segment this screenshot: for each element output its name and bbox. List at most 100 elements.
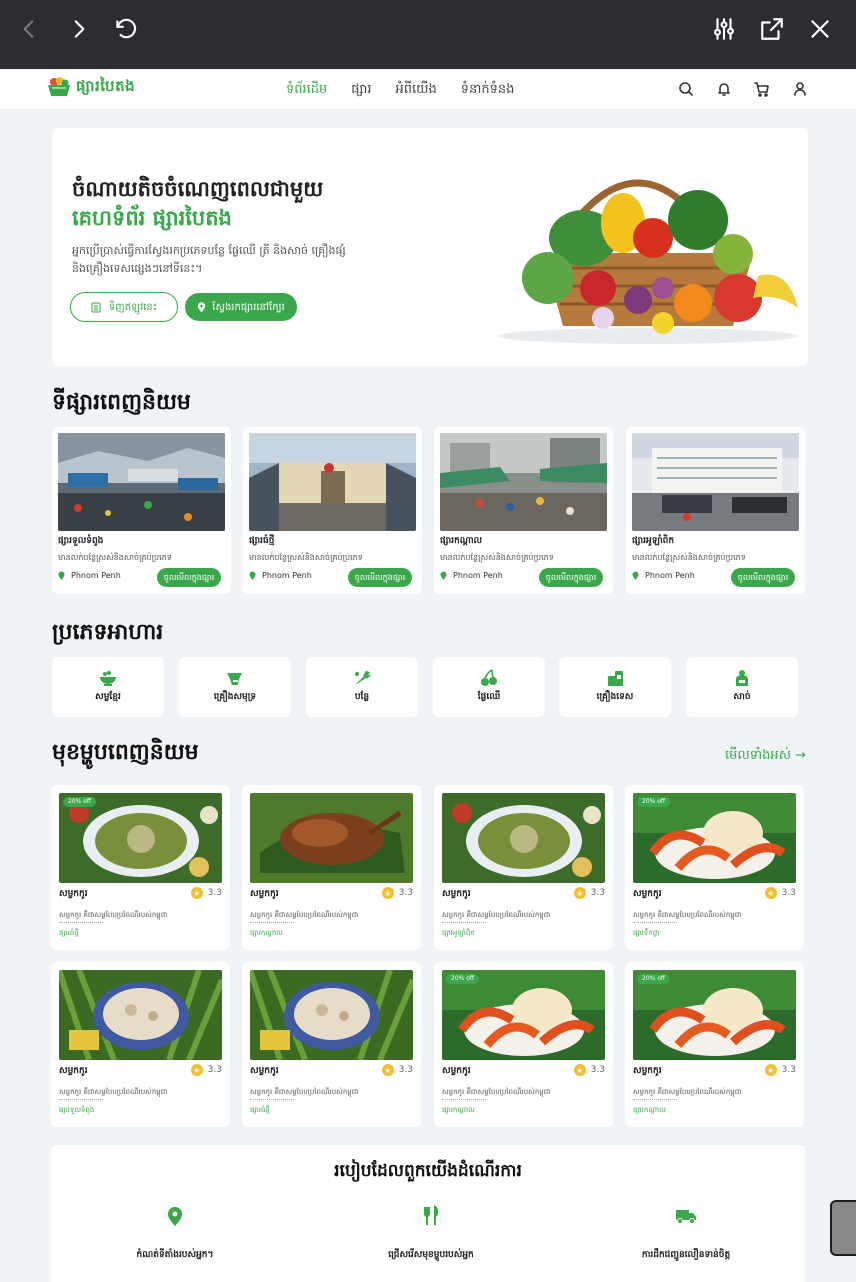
market-photo [440, 433, 607, 531]
market-card[interactable]: ផ្សារទួលទំពូង មានលក់បន្លែស្រស់និងសាច់គ្រ… [52, 427, 231, 594]
dish-name: សម្លកកូរ [442, 889, 471, 899]
bell-icon[interactable] [716, 81, 732, 97]
market-photo [58, 433, 225, 531]
dish-card[interactable]: 20% off សម្លកកូរ ★ 3.3 សម្លកកូរ គឺជាសម្លបែបប… [625, 785, 804, 950]
star-icon: ★ [764, 887, 777, 899]
rating-value: 3.3 [590, 1065, 605, 1075]
dish-card[interactable]: សម្លកកូរ ★ 3.3 សម្លកកូរ គឺជាសម្លបែបប្រពៃណីរ… [242, 785, 421, 950]
discount-badge: 20% off [63, 797, 97, 807]
dish-market-link[interactable]: ផ្សារកណ្តាល [250, 929, 283, 939]
category-card-vegetables[interactable]: បន្លែ [306, 657, 418, 717]
discount-badge: 20% off [637, 974, 671, 984]
dish-rating: ★ 3.3 [381, 1064, 413, 1076]
view-market-button[interactable]: ចូលមើលក្នុងផ្សារ [731, 568, 795, 587]
nav-about[interactable]: អំពីយើង [395, 81, 436, 100]
find-market-label: ស្វែងរកផ្សារនៅក្បែរ [212, 301, 285, 313]
nav-contact[interactable]: ទំនាក់ទំនង [461, 81, 515, 100]
discount-badge: 20% off [637, 797, 671, 807]
how-step-label: ការដឹកជញ្ជូនលឿនទាន់ចិត្ត [641, 1250, 731, 1260]
dish-description: សម្លកកូរ គឺជាសម្លបែបប្រពៃណីរបស់កម្ពុជា [59, 911, 168, 919]
dish-description: សម្លកកូរ គឺជាសម្លបែបប្រពៃណីរបស់កម្ពុជា [633, 911, 742, 919]
shop-now-button[interactable]: ទិញឥឡូវនេះ [70, 292, 178, 322]
dish-market-link[interactable]: ផ្សារកណ្តាល [633, 1106, 666, 1116]
market-description: មានលក់បន្លែស្រស់និងសាច់គ្រប់ប្រភេទ [58, 553, 172, 562]
dish-name: សម្លកកូរ [59, 889, 88, 899]
dish-market-link[interactable]: ផ្សារធំថ្មី [59, 929, 79, 939]
category-card-meat[interactable]: សាច់ [686, 657, 798, 717]
dish-card[interactable]: សម្លកកូរ ★ 3.3 សម្លកកូរ គឺជាសម្លបែបប្រពៃណីរ… [242, 962, 421, 1127]
dish-photo: 20% off [59, 793, 222, 883]
hero-banner: ចំណាយតិចចំណេញពេលជាមួយ គេហទំព័រ ផ្សារបៃតង… [52, 128, 808, 366]
market-name: ផ្សារទួលទំពូង [58, 536, 104, 546]
markets-section-title: ទីផ្សារពេញនិយម [52, 390, 191, 415]
view-market-button[interactable]: ចូលមើលក្នុងផ្សារ [157, 568, 221, 587]
location-pin-icon [58, 571, 65, 580]
star-icon: ★ [764, 1064, 777, 1076]
dish-rating: ★ 3.3 [764, 887, 796, 899]
dish-card[interactable]: 20% off សម្លកកូរ ★ 3.3 សម្លកកូរ គឺជាសម្លបែបប… [434, 962, 613, 1127]
category-card-spices[interactable]: គ្រឿងទេស [559, 657, 671, 717]
category-label: បន្លែ [354, 692, 370, 702]
category-card-seafood[interactable]: គ្រឿងសមុទ្រ [179, 657, 291, 717]
dish-market-link[interactable]: ផ្សារកណ្តាល [442, 1106, 475, 1116]
dish-card[interactable]: 20% off សម្លកកូរ ★ 3.3 សម្លកកូរ គឺជាសម្លបែបប… [51, 785, 230, 950]
category-card-fruits[interactable]: ផ្លែឈើ [433, 657, 545, 717]
user-icon[interactable] [792, 81, 808, 97]
sliders-icon[interactable] [707, 12, 741, 46]
dish-card[interactable]: សម្លកកូរ ★ 3.3 សម្លកកូរ គឺជាសម្លបែបប្រពៃណីរ… [51, 962, 230, 1127]
open-external-icon[interactable] [755, 12, 789, 46]
how-step-label: កំណត់ទីតាំងរបស់អ្នក។ [136, 1250, 214, 1260]
location-pin-icon [168, 1207, 182, 1226]
dish-market-link[interactable]: ផ្សារទួលទំពូង [59, 1106, 94, 1116]
dish-card[interactable]: សម្លកកូរ ★ 3.3 សម្លកកូរ គឺជាសម្លបែបប្រពៃណីរ… [434, 785, 613, 950]
category-label: ផ្លែឈើ [477, 692, 501, 702]
market-card[interactable]: ផ្សារកណ្តាល មានលក់បន្លែស្រស់និងសាច់គ្រប់… [434, 427, 613, 594]
calculator-icon [91, 302, 101, 312]
close-icon[interactable] [803, 12, 837, 46]
dish-name: សម្លកកូរ [633, 1066, 662, 1076]
location-pin-icon [198, 301, 206, 312]
dish-name: សម្លកកូរ [59, 1066, 88, 1076]
category-card-khmer-soup[interactable]: សម្លខ្មែរ [52, 657, 164, 717]
see-all-link[interactable]: មើលទាំងអស់ → [725, 747, 806, 766]
dish-rating: ★ 3.3 [573, 887, 605, 899]
chevron-right-icon[interactable] [62, 12, 96, 46]
market-location: Phnom Penh [632, 571, 695, 580]
dish-market-link[interactable]: ផ្សារទឹកថ្លា [633, 929, 659, 939]
fish-icon [227, 673, 242, 685]
shop-now-label: ទិញឥឡូវនេះ [108, 301, 158, 313]
market-card[interactable]: ផ្សារអូឡាំពិក មានលក់បន្លែស្រស់និងសាច់គ្រ… [626, 427, 805, 594]
dish-photo [250, 793, 413, 883]
carrot-icon [355, 670, 371, 685]
view-market-button[interactable]: ចូលមើលក្នុងផ្សារ [348, 568, 412, 587]
nav-home[interactable]: ទំព័រដើម [286, 81, 327, 100]
location-pin-icon [632, 571, 639, 580]
view-market-button[interactable]: ចូលមើលក្នុងផ្សារ [539, 568, 603, 587]
how-section-title: របៀបដែលពួកយើងដំណើរការ [334, 1161, 522, 1181]
rating-value: 3.3 [398, 1065, 413, 1075]
dish-description: សម្លកកូរ គឺជាសម្លបែបប្រពៃណីរបស់កម្ពុជា [442, 911, 551, 919]
undo-icon[interactable] [109, 12, 143, 46]
bowl-icon [100, 671, 116, 686]
chevron-left-icon[interactable] [12, 12, 46, 46]
search-icon[interactable] [678, 81, 694, 97]
dish-market-link[interactable]: ផ្សារអូឡាំពិក [442, 929, 475, 939]
nav-markets[interactable]: ផ្សារ [351, 81, 371, 100]
dish-photo: 20% off [442, 970, 605, 1060]
cart-icon[interactable] [754, 81, 770, 97]
market-location: Phnom Penh [440, 571, 503, 580]
hero-subtitle: គេហទំព័រ ផ្សារបៃតង [72, 206, 232, 230]
site-header: ផ្សារបៃតង ទំព័រដើម ផ្សារ អំពីយើង ទំនាក់ទ… [0, 70, 856, 110]
dish-market-link[interactable]: ផ្សារធំថ្មី [250, 1106, 270, 1116]
main-nav: ទំព័រដើម ផ្សារ អំពីយើង ទំនាក់ទំនង [286, 81, 514, 100]
how-step: ជ្រើសរើសមុខម្ហូបរបស់អ្នក [331, 1205, 531, 1262]
dish-description: សម្លកកូរ គឺជាសម្លបែបប្រពៃណីរបស់កម្ពុជា [250, 911, 359, 919]
star-icon: ★ [190, 1064, 203, 1076]
viewer-toolbar [0, 0, 856, 69]
find-market-button[interactable]: ស្វែងរកផ្សារនៅក្បែរ [185, 293, 297, 321]
logo[interactable]: ផ្សារបៃតង [46, 76, 135, 100]
dish-card[interactable]: 20% off សម្លកកូរ ★ 3.3 សម្លកកូរ គឺជាសម្លបែបប… [625, 962, 804, 1127]
side-panel-handle[interactable] [830, 1200, 856, 1256]
market-card[interactable]: ផ្សារធំថ្មី មានលក់បន្លែស្រស់និងសាច់គ្រប់… [243, 427, 422, 594]
market-name: ផ្សារកណ្តាល [440, 536, 483, 546]
